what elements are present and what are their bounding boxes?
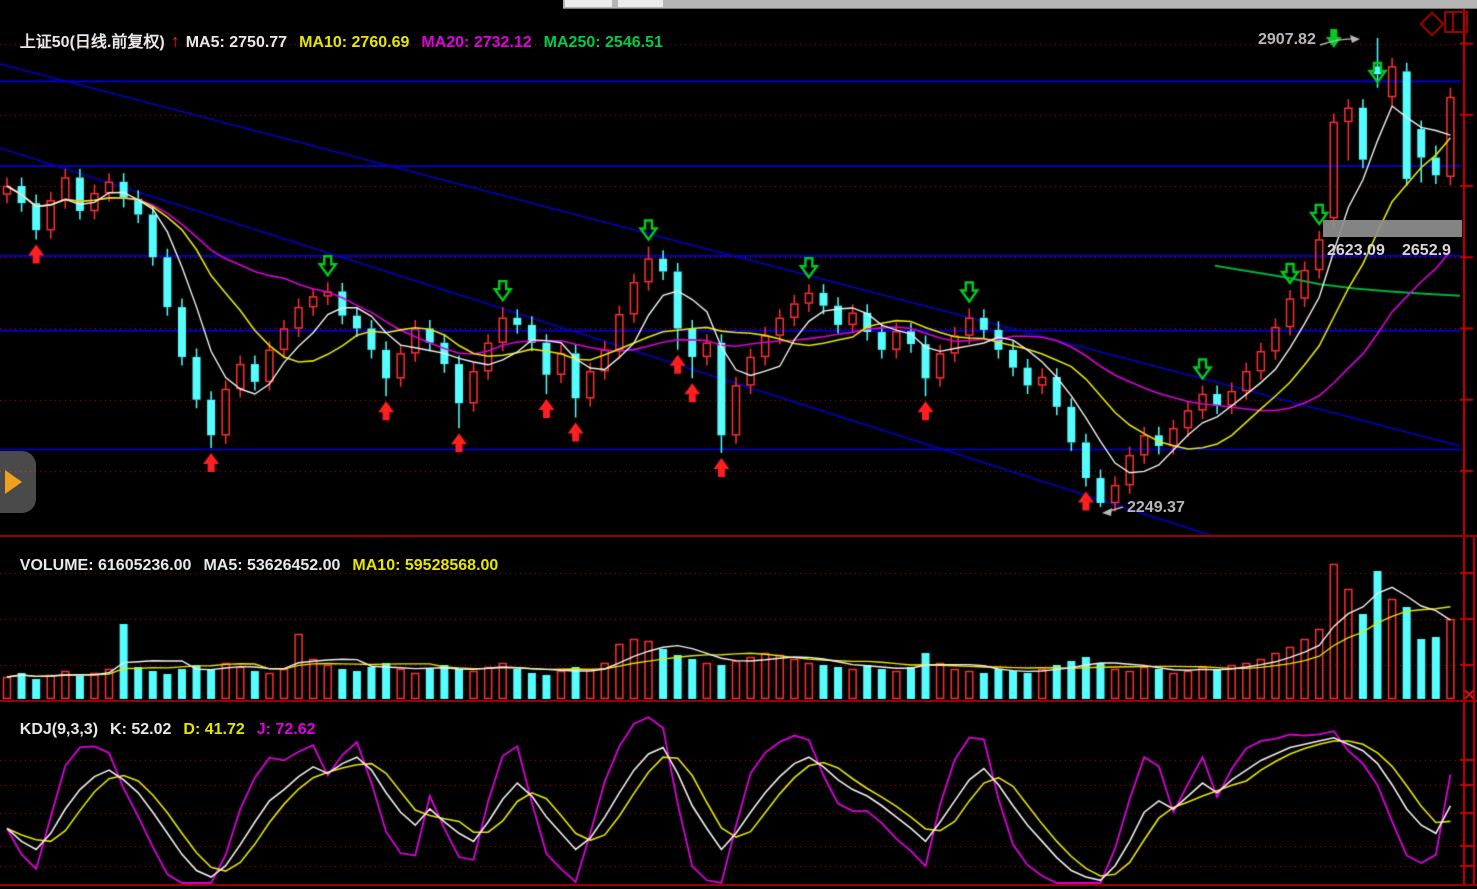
- main-chart-header: 上证50(日线.前复权) ↑ MA5: 2750.77 MA10: 2760.69 MA…: [2, 10, 675, 70]
- kdj-d-value: D: 41.72: [183, 721, 244, 738]
- restore-window-icon[interactable]: [1444, 11, 1468, 33]
- kdj-header: KDJ(9,3,3) K: 52.02 D: 41.72 J: 72.62: [2, 703, 328, 757]
- volume-ma10-value: MA10: 59528568.00: [352, 557, 498, 574]
- kdj-name[interactable]: KDJ(9,3,3): [20, 721, 98, 738]
- level-price-label-a: 2623.09: [1327, 242, 1385, 260]
- low-price-label: 2249.37: [1127, 499, 1185, 517]
- close-pane-icon[interactable]: ✕: [1463, 686, 1476, 704]
- kdj-k-value: K: 52.02: [110, 721, 171, 738]
- volume-value: VOLUME: 61605236.00: [20, 557, 192, 574]
- symbol-title[interactable]: 上证50(日线.前复权): [20, 34, 165, 51]
- side-panel-expander[interactable]: [0, 451, 36, 513]
- volume-ma5-value: MA5: 53626452.00: [203, 557, 340, 574]
- ma10-value: MA10: 2760.69: [299, 34, 409, 51]
- pane-separator: [0, 535, 1477, 537]
- ma5-value: MA5: 2750.77: [186, 34, 287, 51]
- volume-header: VOLUME: 61605236.00 MA5: 53626452.00 MA10:…: [2, 539, 510, 593]
- kdj-j-value: J: 72.62: [257, 721, 316, 738]
- top-toolbar-edge: [563, 0, 1477, 9]
- ma250-value: MA250: 2546.51: [544, 34, 663, 51]
- up-arrow-icon: ↑: [171, 31, 180, 51]
- stock-chart-app: 上证50(日线.前复权) ↑ MA5: 2750.77 MA10: 2760.69 MA…: [0, 0, 1477, 889]
- level-price-label-b: 2652.9: [1402, 242, 1451, 260]
- toolbar-button-edge[interactable]: [565, 0, 612, 7]
- ma20-value: MA20: 2732.12: [421, 34, 531, 51]
- peak-price-label: 2907.82: [1258, 31, 1316, 49]
- expand-arrow-icon: [5, 470, 22, 494]
- bottom-border: [0, 884, 1477, 886]
- toolbar-button-edge[interactable]: [618, 0, 663, 7]
- pane-separator: [0, 700, 1477, 702]
- price-highlight-band: [1323, 220, 1462, 237]
- restore-divider: [1452, 13, 1454, 31]
